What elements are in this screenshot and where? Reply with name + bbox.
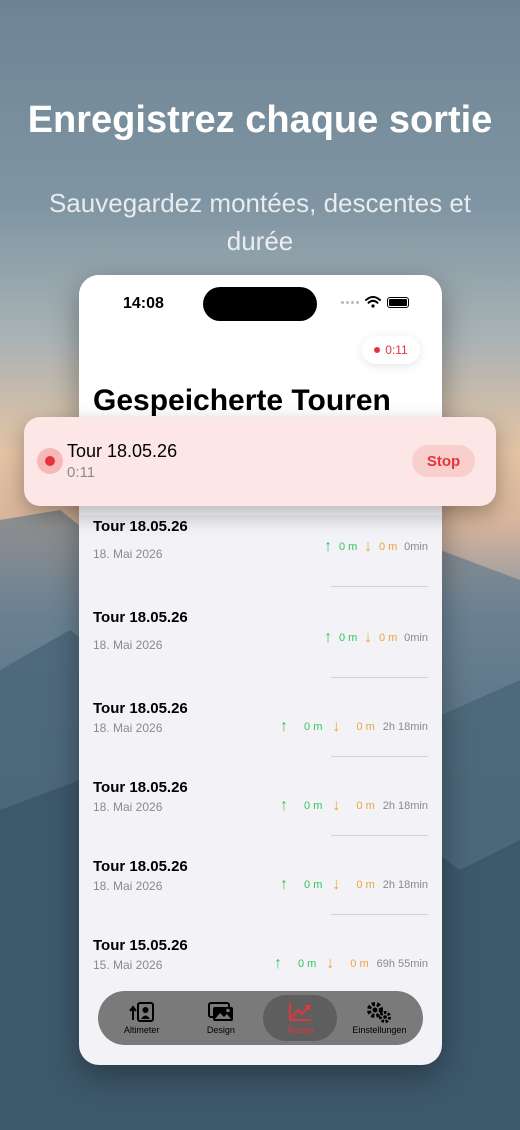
tab-touren[interactable]: Touren bbox=[263, 995, 338, 1041]
tour-title: Tour 15.05.26 bbox=[93, 937, 188, 954]
status-time: 14:08 bbox=[123, 295, 164, 312]
descent-value: 0 m bbox=[378, 631, 398, 644]
arrow-down-icon: ↓ bbox=[364, 538, 373, 555]
duration-value: 2h 18min bbox=[382, 721, 428, 733]
phone-screen: 14:08 0:11 Gespeicherte Touren Tour 18.0… bbox=[79, 275, 442, 1065]
tab-label: Einstellungen bbox=[352, 1025, 407, 1035]
photos-icon bbox=[207, 1001, 234, 1023]
tab-label: Design bbox=[206, 1025, 235, 1035]
arrow-down-icon: ↓ bbox=[326, 955, 335, 972]
recording-icon bbox=[37, 448, 63, 474]
list-item[interactable]: Tour 18.05.26 18. Mai 2026 ↑ 0 m ↓ 0 m 2… bbox=[93, 847, 428, 926]
list-item[interactable]: Tour 18.05.26 18. Mai 2026 ↑ 0 m ↓ 0 m 2… bbox=[93, 768, 428, 847]
ascent-value: 0 m bbox=[304, 721, 323, 733]
descent-value: 0 m bbox=[356, 721, 375, 733]
duration-value: 0min bbox=[404, 632, 428, 644]
wifi-icon bbox=[365, 296, 381, 308]
tour-title: Tour 18.05.26 bbox=[93, 518, 188, 535]
list-item[interactable]: Tour 18.05.26 18. Mai 2026 ↑ 0 m ↓ 0 m 2… bbox=[93, 689, 428, 768]
record-dot-icon bbox=[374, 347, 381, 353]
descent-value: 0 m bbox=[356, 879, 375, 891]
tour-date: 18. Mai 2026 bbox=[93, 879, 163, 893]
tour-title: Tour 18.05.26 bbox=[93, 858, 188, 875]
dynamic-island bbox=[203, 287, 317, 321]
page-title: Gespeicherte Touren bbox=[93, 384, 391, 417]
list-item[interactable]: Tour 18.05.26 18. Mai 2026 ↑ 0 m ↓ 0 m 0… bbox=[93, 598, 428, 688]
tour-date: 18. Mai 2026 bbox=[93, 800, 163, 814]
divider bbox=[331, 756, 428, 757]
hero-subtitle: Sauvegardez montées, descentes et durée bbox=[48, 188, 472, 256]
arrow-up-icon: ↑ bbox=[280, 718, 289, 735]
descent-value: 0 m bbox=[356, 800, 375, 812]
battery-icon bbox=[387, 296, 409, 308]
tab-bar: Altimeter Design Touren Einstellungen bbox=[98, 991, 423, 1045]
arrow-up-icon: ↑ bbox=[324, 538, 333, 555]
ascent-value: 0 m bbox=[338, 631, 358, 644]
gears-icon bbox=[365, 1001, 393, 1023]
tour-title: Tour 18.05.26 bbox=[93, 609, 188, 626]
duration-value: 2h 18min bbox=[382, 879, 428, 891]
divider bbox=[331, 677, 428, 678]
arrow-up-icon: ↑ bbox=[324, 629, 333, 646]
altimeter-icon bbox=[128, 1001, 155, 1023]
tour-title: Tour 18.05.26 bbox=[93, 779, 188, 796]
tour-title: Tour 18.05.26 bbox=[93, 700, 188, 717]
tab-altimeter[interactable]: Altimeter bbox=[105, 995, 179, 1041]
arrow-up-icon: ↑ bbox=[280, 876, 289, 893]
stop-button[interactable]: Stop bbox=[412, 445, 475, 477]
recording-time: 0:11 bbox=[385, 343, 408, 357]
ascent-value: 0 m bbox=[304, 879, 323, 891]
duration-value: 0min bbox=[404, 541, 428, 553]
active-tour-title: Tour 18.05.26 bbox=[67, 441, 178, 461]
recording-indicator[interactable]: 0:11 bbox=[362, 336, 420, 364]
arrow-down-icon: ↓ bbox=[364, 629, 373, 646]
ascent-value: 0 m bbox=[304, 800, 323, 812]
status-icons bbox=[341, 296, 409, 308]
tour-date: 18. Mai 2026 bbox=[93, 638, 163, 652]
active-tour-elapsed: 0:11 bbox=[67, 464, 96, 481]
tab-label: Altimeter bbox=[123, 1025, 160, 1035]
divider bbox=[331, 586, 428, 587]
arrow-down-icon: ↓ bbox=[332, 876, 341, 893]
descent-value: 0 m bbox=[350, 958, 369, 970]
tour-date: 18. Mai 2026 bbox=[93, 547, 163, 561]
divider bbox=[331, 914, 428, 915]
tour-date: 18. Mai 2026 bbox=[93, 721, 163, 735]
active-tour-banner[interactable]: Tour 18.05.26 0:11 Stop bbox=[24, 417, 496, 506]
arrow-down-icon: ↓ bbox=[332, 797, 341, 814]
descent-value: 0 m bbox=[378, 540, 398, 553]
cellular-icon bbox=[341, 300, 359, 304]
divider bbox=[331, 835, 428, 836]
tab-label: Touren bbox=[286, 1025, 314, 1035]
chart-line-icon bbox=[288, 1001, 312, 1023]
arrow-up-icon: ↑ bbox=[280, 797, 289, 814]
duration-value: 69h 55min bbox=[376, 958, 428, 970]
tab-einstellungen[interactable]: Einstellungen bbox=[342, 995, 416, 1041]
ascent-value: 0 m bbox=[297, 958, 317, 970]
tab-design[interactable]: Design bbox=[184, 995, 258, 1041]
list-item[interactable]: Tour 18.05.26 18. Mai 2026 ↑ 0 m ↓ 0 m 0… bbox=[93, 507, 428, 597]
arrow-up-icon: ↑ bbox=[273, 955, 282, 972]
hero-title: Enregistrez chaque sortie bbox=[27, 99, 493, 141]
ascent-value: 0 m bbox=[338, 540, 358, 553]
arrow-down-icon: ↓ bbox=[332, 718, 341, 735]
duration-value: 2h 18min bbox=[382, 800, 428, 812]
tour-date: 15. Mai 2026 bbox=[93, 958, 163, 972]
